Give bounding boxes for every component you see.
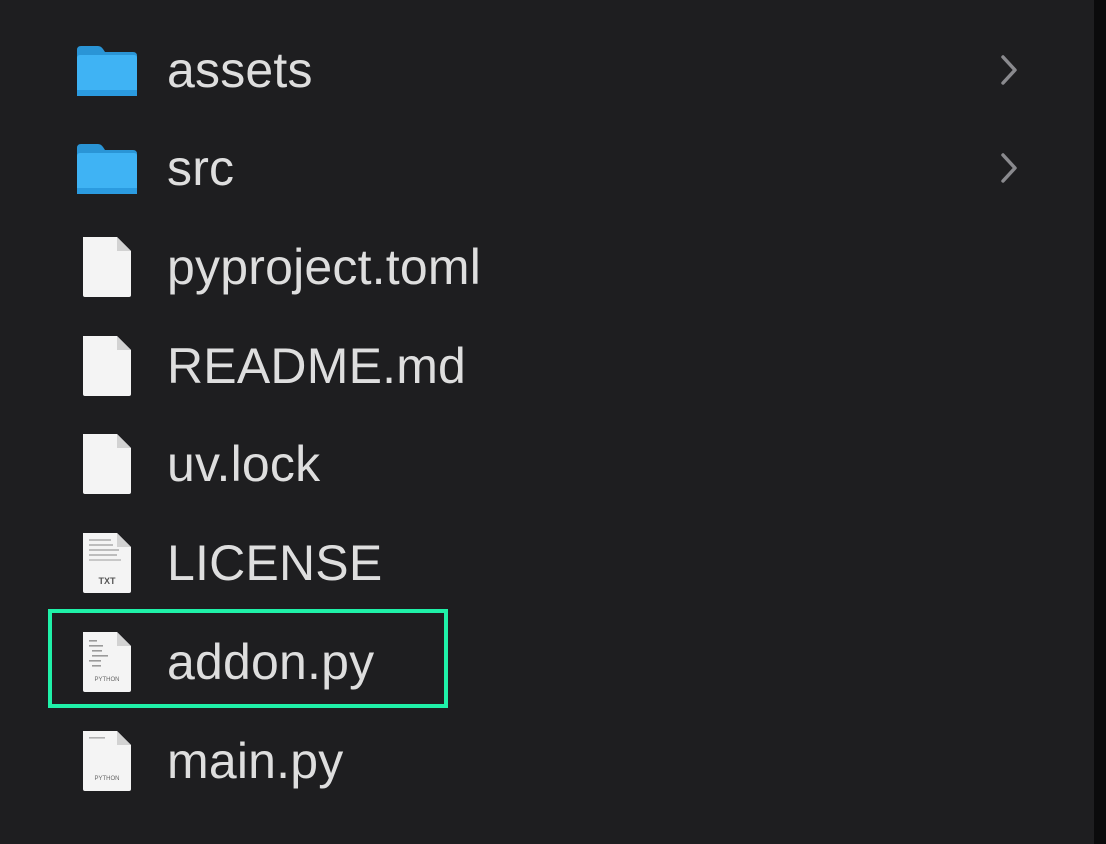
panel-divider — [1094, 0, 1106, 844]
highlight-box — [48, 609, 448, 708]
list-item-license[interactable]: TXT LICENSE — [60, 518, 1060, 608]
folder-icon — [74, 37, 140, 103]
file-name: uv.lock — [167, 436, 321, 492]
file-browser-panel: assets src pyproject.toml README.md uv.l… — [0, 0, 1094, 844]
file-type-badge: PYTHON — [94, 776, 120, 782]
chevron-right-icon[interactable] — [996, 150, 1022, 186]
file-name: LICENSE — [167, 535, 383, 591]
list-item-assets[interactable]: assets — [60, 25, 1060, 115]
file-name: pyproject.toml — [167, 239, 482, 295]
file-type-badge: TXT — [98, 576, 116, 586]
file-name: src — [167, 140, 235, 196]
list-item-uv-lock[interactable]: uv.lock — [60, 419, 1060, 509]
folder-icon — [74, 135, 140, 201]
file-name: README.md — [167, 338, 467, 394]
document-icon — [74, 234, 140, 300]
python-file-icon: PYTHON — [74, 728, 140, 794]
list-item-pyproject-toml[interactable]: pyproject.toml — [60, 222, 1060, 312]
list-item-src[interactable]: src — [60, 123, 1060, 213]
list-item-readme-md[interactable]: README.md — [60, 321, 1060, 411]
chevron-right-icon[interactable] — [996, 52, 1022, 88]
document-icon — [74, 333, 140, 399]
list-item-main-py[interactable]: PYTHON main.py — [60, 716, 1060, 806]
document-icon — [74, 431, 140, 497]
file-name: assets — [167, 42, 313, 98]
text-file-icon: TXT — [74, 530, 140, 596]
file-name: main.py — [167, 733, 344, 789]
